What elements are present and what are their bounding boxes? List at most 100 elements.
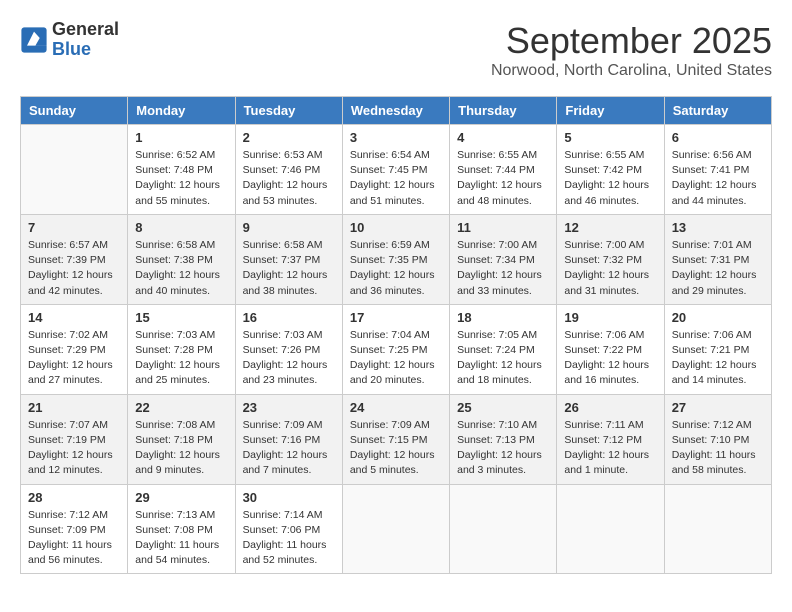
day-info: Sunrise: 6:52 AMSunset: 7:48 PMDaylight:…: [135, 148, 227, 209]
day-info: Sunrise: 7:06 AMSunset: 7:22 PMDaylight:…: [564, 328, 656, 389]
day-info: Sunrise: 6:53 AMSunset: 7:46 PMDaylight:…: [243, 148, 335, 209]
calendar-cell: [450, 484, 557, 574]
day-number: 2: [243, 130, 335, 145]
day-number: 17: [350, 310, 442, 325]
calendar-cell: 8 Sunrise: 6:58 AMSunset: 7:38 PMDaylight…: [128, 214, 235, 304]
calendar-cell: 12Sunrise: 7:00 AMSunset: 7:32 PMDayligh…: [557, 214, 664, 304]
day-info: Sunrise: 6:58 AMSunset: 7:38 PMDaylight:…: [135, 238, 227, 299]
calendar-cell: 27 Sunrise: 7:12 AMSunset: 7:10 PMDayligh…: [664, 394, 771, 484]
calendar-cell: 15 Sunrise: 7:03 AMSunset: 7:28 PMDayligh…: [128, 304, 235, 394]
day-info: Sunrise: 7:09 AMSunset: 7:15 PMDaylight:…: [350, 418, 442, 479]
day-number: 13: [672, 220, 764, 235]
logo: General Blue: [20, 20, 119, 60]
calendar-cell: 21Sunrise: 7:07 AMSunset: 7:19 PMDayligh…: [21, 394, 128, 484]
calendar-header-row: SundayMondayTuesdayWednesdayThursdayFrid…: [21, 97, 772, 125]
day-info: Sunrise: 7:07 AMSunset: 7:19 PMDaylight:…: [28, 418, 120, 479]
page-header: General Blue September 2025 Norwood, Nor…: [20, 20, 772, 80]
calendar-cell: 18 Sunrise: 7:05 AMSunset: 7:24 PMDayligh…: [450, 304, 557, 394]
day-number: 1: [135, 130, 227, 145]
calendar-header-sunday: Sunday: [21, 97, 128, 125]
day-number: 16: [243, 310, 335, 325]
calendar-week-row: 7Sunrise: 6:57 AMSunset: 7:39 PMDaylight…: [21, 214, 772, 304]
calendar-cell: 4Sunrise: 6:55 AMSunset: 7:44 PMDaylight…: [450, 125, 557, 215]
title-block: September 2025 Norwood, North Carolina, …: [491, 20, 772, 80]
logo-icon: [20, 26, 48, 54]
day-number: 18: [457, 310, 549, 325]
calendar-cell: 23 Sunrise: 7:09 AMSunset: 7:16 PMDayligh…: [235, 394, 342, 484]
day-number: 26: [564, 400, 656, 415]
calendar-cell: 13 Sunrise: 7:01 AMSunset: 7:31 PMDayligh…: [664, 214, 771, 304]
calendar-cell: 11 Sunrise: 7:00 AMSunset: 7:34 PMDayligh…: [450, 214, 557, 304]
calendar-cell: 19 Sunrise: 7:06 AMSunset: 7:22 PMDayligh…: [557, 304, 664, 394]
day-info: Sunrise: 6:56 AMSunset: 7:41 PMDaylight:…: [672, 148, 764, 209]
calendar-cell: 5 Sunrise: 6:55 AMSunset: 7:42 PMDaylight…: [557, 125, 664, 215]
calendar-cell: 20Sunrise: 7:06 AMSunset: 7:21 PMDayligh…: [664, 304, 771, 394]
day-number: 14: [28, 310, 120, 325]
day-info: Sunrise: 7:10 AMSunset: 7:13 PMDaylight:…: [457, 418, 549, 479]
calendar-cell: 3Sunrise: 6:54 AMSunset: 7:45 PMDaylight…: [342, 125, 449, 215]
month-title: September 2025: [491, 20, 772, 62]
calendar-header-wednesday: Wednesday: [342, 97, 449, 125]
calendar-cell: 7Sunrise: 6:57 AMSunset: 7:39 PMDaylight…: [21, 214, 128, 304]
calendar-cell: 6 Sunrise: 6:56 AMSunset: 7:41 PMDaylight…: [664, 125, 771, 215]
day-number: 8: [135, 220, 227, 235]
day-info: Sunrise: 7:03 AMSunset: 7:26 PMDaylight:…: [243, 328, 335, 389]
logo-blue: Blue: [52, 39, 91, 59]
day-number: 28: [28, 490, 120, 505]
day-info: Sunrise: 7:01 AMSunset: 7:31 PMDaylight:…: [672, 238, 764, 299]
day-number: 23: [243, 400, 335, 415]
day-info: Sunrise: 7:05 AMSunset: 7:24 PMDaylight:…: [457, 328, 549, 389]
calendar-cell: 2 Sunrise: 6:53 AMSunset: 7:46 PMDaylight…: [235, 125, 342, 215]
logo-text: General Blue: [52, 20, 119, 60]
calendar-week-row: 28Sunrise: 7:12 AMSunset: 7:09 PMDayligh…: [21, 484, 772, 574]
calendar-week-row: 1 Sunrise: 6:52 AMSunset: 7:48 PMDaylight…: [21, 125, 772, 215]
day-number: 15: [135, 310, 227, 325]
day-number: 30: [243, 490, 335, 505]
calendar-header-friday: Friday: [557, 97, 664, 125]
day-number: 24: [350, 400, 442, 415]
day-number: 29: [135, 490, 227, 505]
day-number: 25: [457, 400, 549, 415]
day-number: 7: [28, 220, 120, 235]
day-info: Sunrise: 7:00 AMSunset: 7:34 PMDaylight:…: [457, 238, 549, 299]
day-number: 27: [672, 400, 764, 415]
day-info: Sunrise: 7:02 AMSunset: 7:29 PMDaylight:…: [28, 328, 120, 389]
calendar-cell: 26Sunrise: 7:11 AMSunset: 7:12 PMDayligh…: [557, 394, 664, 484]
day-info: Sunrise: 6:59 AMSunset: 7:35 PMDaylight:…: [350, 238, 442, 299]
day-number: 9: [243, 220, 335, 235]
calendar-cell: 22Sunrise: 7:08 AMSunset: 7:18 PMDayligh…: [128, 394, 235, 484]
calendar-cell: 30 Sunrise: 7:14 AMSunset: 7:06 PMDayligh…: [235, 484, 342, 574]
day-info: Sunrise: 7:12 AMSunset: 7:10 PMDaylight:…: [672, 418, 764, 479]
day-number: 11: [457, 220, 549, 235]
day-info: Sunrise: 7:14 AMSunset: 7:06 PMDaylight:…: [243, 508, 335, 569]
calendar-cell: 10 Sunrise: 6:59 AMSunset: 7:35 PMDayligh…: [342, 214, 449, 304]
day-info: Sunrise: 7:06 AMSunset: 7:21 PMDaylight:…: [672, 328, 764, 389]
day-info: Sunrise: 6:55 AMSunset: 7:42 PMDaylight:…: [564, 148, 656, 209]
calendar-header-tuesday: Tuesday: [235, 97, 342, 125]
day-number: 3: [350, 130, 442, 145]
calendar-cell: 9Sunrise: 6:58 AMSunset: 7:37 PMDaylight…: [235, 214, 342, 304]
day-number: 6: [672, 130, 764, 145]
day-info: Sunrise: 7:09 AMSunset: 7:16 PMDaylight:…: [243, 418, 335, 479]
day-info: Sunrise: 7:08 AMSunset: 7:18 PMDaylight:…: [135, 418, 227, 479]
calendar-cell: 28Sunrise: 7:12 AMSunset: 7:09 PMDayligh…: [21, 484, 128, 574]
calendar-cell: 17Sunrise: 7:04 AMSunset: 7:25 PMDayligh…: [342, 304, 449, 394]
location: Norwood, North Carolina, United States: [491, 62, 772, 80]
day-info: Sunrise: 7:03 AMSunset: 7:28 PMDaylight:…: [135, 328, 227, 389]
logo-general: General: [52, 19, 119, 39]
day-info: Sunrise: 6:55 AMSunset: 7:44 PMDaylight:…: [457, 148, 549, 209]
calendar-cell: 24 Sunrise: 7:09 AMSunset: 7:15 PMDayligh…: [342, 394, 449, 484]
calendar-header-saturday: Saturday: [664, 97, 771, 125]
day-number: 19: [564, 310, 656, 325]
day-number: 12: [564, 220, 656, 235]
day-info: Sunrise: 7:13 AMSunset: 7:08 PMDaylight:…: [135, 508, 227, 569]
calendar-cell: 29 Sunrise: 7:13 AMSunset: 7:08 PMDayligh…: [128, 484, 235, 574]
calendar-cell: [557, 484, 664, 574]
day-number: 10: [350, 220, 442, 235]
calendar-header-thursday: Thursday: [450, 97, 557, 125]
calendar-cell: 1 Sunrise: 6:52 AMSunset: 7:48 PMDaylight…: [128, 125, 235, 215]
calendar-week-row: 14 Sunrise: 7:02 AMSunset: 7:29 PMDayligh…: [21, 304, 772, 394]
calendar-cell: [664, 484, 771, 574]
day-number: 5: [564, 130, 656, 145]
calendar-cell: 16 Sunrise: 7:03 AMSunset: 7:26 PMDayligh…: [235, 304, 342, 394]
